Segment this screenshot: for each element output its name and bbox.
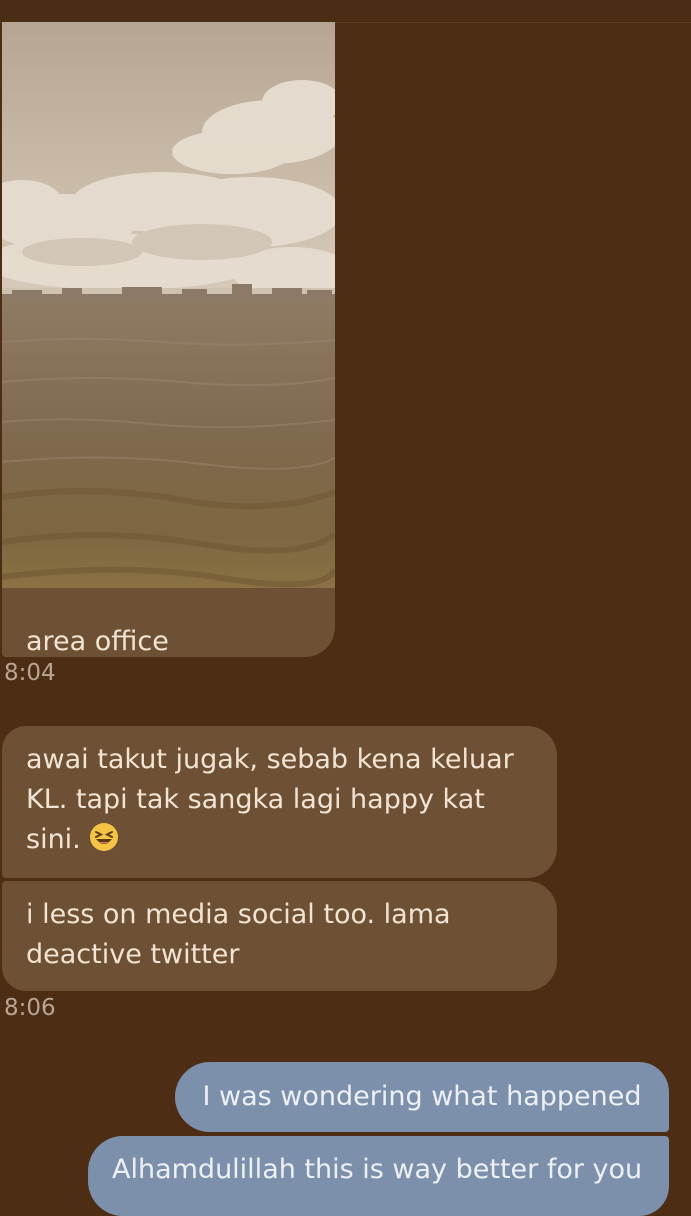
message-line: sini. [26, 824, 81, 855]
message-timestamp: 8:04 [4, 660, 56, 686]
photo-message[interactable]: area office [2, 22, 335, 657]
incoming-message[interactable]: i less on media social too. lama deactiv… [2, 881, 557, 991]
outgoing-message[interactable]: I was wondering what happened [175, 1062, 669, 1132]
incoming-message[interactable]: awai takut jugak, sebab kena keluar KL. … [2, 726, 557, 878]
beach-photo[interactable] [2, 22, 335, 588]
message-text: I was wondering what happened [202, 1081, 642, 1112]
message-line: awai takut jugak, sebab kena keluar [26, 744, 514, 775]
message-line: KL. tapi tak sangka lagi happy kat [26, 784, 485, 815]
photo-caption: area office [26, 626, 169, 657]
message-line: i less on media social too. lama [26, 899, 451, 930]
message-timestamp: 8:06 [4, 995, 56, 1021]
message-text: Alhamdulillah this is way better for you [112, 1154, 643, 1185]
conversation-top-edge [0, 0, 691, 23]
message-line: deactive twitter [26, 939, 240, 970]
laughing-face-emoji-icon [89, 822, 119, 852]
outgoing-message[interactable]: Alhamdulillah this is way better for you [88, 1136, 669, 1216]
